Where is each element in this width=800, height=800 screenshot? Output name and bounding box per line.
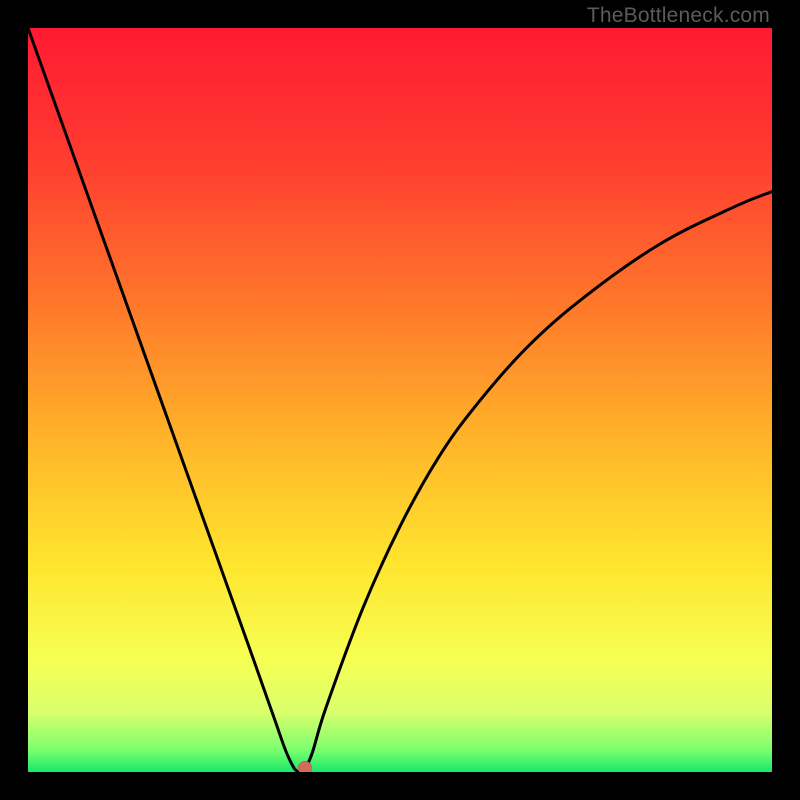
attribution-text: TheBottleneck.com xyxy=(587,4,770,28)
plot-area xyxy=(28,28,772,772)
bottleneck-curve-path xyxy=(28,28,772,772)
minimum-marker xyxy=(298,761,312,772)
curve-layer xyxy=(28,28,772,772)
chart-container: TheBottleneck.com xyxy=(0,0,800,800)
